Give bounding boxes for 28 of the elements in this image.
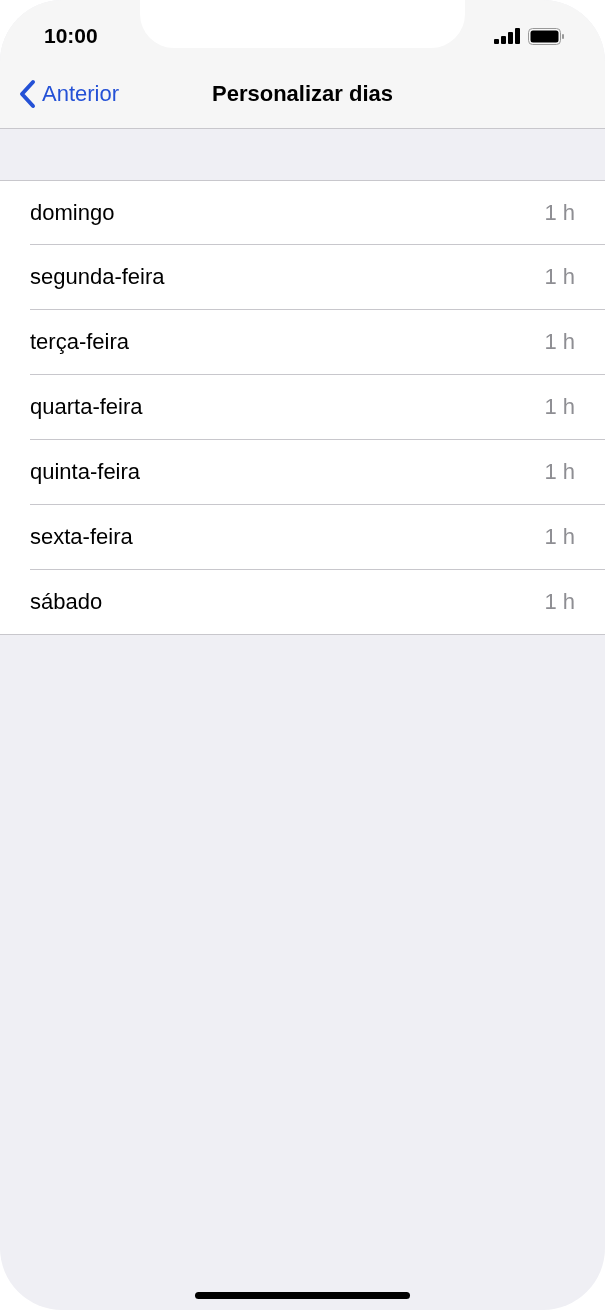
day-row[interactable]: terça-feira 1 h xyxy=(30,309,605,374)
duration-value: 1 h xyxy=(544,394,575,420)
day-name: sábado xyxy=(30,589,103,615)
chevron-icon xyxy=(18,79,36,109)
status-time: 10:00 xyxy=(44,23,98,48)
battery-icon xyxy=(528,27,565,45)
duration-value: 1 h xyxy=(544,199,575,226)
duration-value: 1 h xyxy=(544,459,575,485)
back-button[interactable]: Anterior xyxy=(0,79,120,109)
duration-value: 1 h xyxy=(544,329,575,355)
day-row[interactable]: sexta-feira 1 h xyxy=(30,504,605,569)
duration-value: 1 h xyxy=(544,264,575,290)
day-row[interactable]: quinta-feira 1 h xyxy=(30,439,605,504)
day-row[interactable]: domingo 1 h xyxy=(30,181,605,244)
duration-value: 1 h xyxy=(544,589,575,615)
duration-value: 1 h xyxy=(544,524,575,550)
day-name: quinta-feira xyxy=(30,459,141,485)
home-indicator[interactable] xyxy=(195,1292,410,1299)
day-name: domingo xyxy=(30,199,115,226)
day-name: quarta-feira xyxy=(30,394,143,420)
signal-icon xyxy=(494,28,522,44)
day-name: terça-feira xyxy=(30,329,130,355)
day-name: segunda-feira xyxy=(30,264,165,290)
day-name: sexta-feira xyxy=(30,524,133,550)
day-row[interactable]: sábado 1 h xyxy=(30,569,605,634)
day-row[interactable]: quarta-feira 1 h xyxy=(30,374,605,439)
screen-title: Personalizar dias xyxy=(212,81,393,107)
day-row[interactable]: segunda-feira 1 h xyxy=(30,244,605,309)
